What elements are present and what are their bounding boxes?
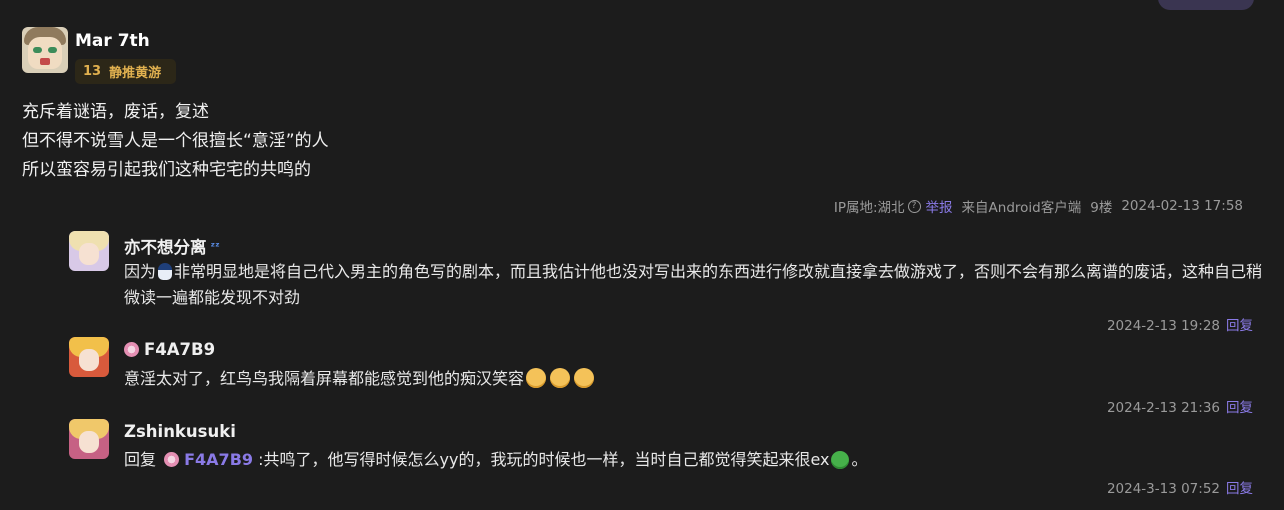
reply-text-part: 意淫太对了，红鸟鸟我隔着屏幕都能感觉到他的痴汉笑容 <box>124 369 525 388</box>
client-source: 来自Android客户端 <box>961 200 1082 216</box>
flower-icon <box>124 342 139 357</box>
main-username[interactable]: Mar 7th <box>75 31 150 51</box>
reply-username-text: 亦不想分离 <box>124 238 207 257</box>
top-action-pill[interactable] <box>1158 0 1254 10</box>
post-line: 但不得不说雪人是一个很擅长“意淫”的人 <box>22 131 329 151</box>
ip-location: IP属地:湖北 <box>833 200 905 216</box>
avatar[interactable] <box>69 231 109 271</box>
reply-username[interactable]: F4A7B9 <box>124 340 215 359</box>
reply-text-part: 非常明显地是将自己代入男主的角色写的剧本，而且我估计他也没对写出来的东西进行修改… <box>124 262 1263 307</box>
reply-text: 意淫太对了，红鸟鸟我隔着屏幕都能感觉到他的痴汉笑容 <box>124 366 1264 392</box>
badge-level: 13 <box>83 64 102 79</box>
reply-meta: 2024-2-13 19:28 回复 <box>1107 314 1253 334</box>
reply-prefix: 回复 <box>124 450 157 469</box>
reply-time: 2024-2-13 19:28 <box>1106 318 1220 334</box>
post-line: 所以蛮容易引起我们这种宅宅的共鸣的 <box>22 160 311 180</box>
avatar[interactable] <box>69 419 109 459</box>
avatar[interactable] <box>69 337 109 377</box>
reply-username-text: F4A7B9 <box>144 340 216 359</box>
reply-username-text: Zshinkusuki <box>124 422 236 441</box>
level-badge[interactable]: 13 静推黄游 <box>75 59 176 84</box>
smile-emoji-icon <box>574 368 595 388</box>
reply-username[interactable]: 亦不想分离 ᶻᶻ <box>124 234 220 258</box>
reply-time: 2024-3-13 07:52 <box>1106 481 1220 497</box>
reply-text-part: :共鸣了，他写得时候怎么yy的，我玩的时候也一样，当时自己都觉得笑起来很ex <box>258 450 830 469</box>
mention-link[interactable]: F4A7B9 <box>184 450 253 469</box>
post-meta: IP属地:湖北 ? 举报 来自Android客户端 9楼 2024-02-13 … <box>834 196 1243 216</box>
reply-time: 2024-2-13 21:36 <box>1106 400 1220 416</box>
reply-button[interactable]: 回复 <box>1226 318 1253 334</box>
reply-button[interactable]: 回复 <box>1226 481 1253 497</box>
reply-button[interactable]: 回复 <box>1226 400 1253 416</box>
reply-text: 因为 非常明显地是将自己代入男主的角色写的剧本，而且我估计他也没对写出来的东西进行… <box>124 259 1264 311</box>
penguin-icon <box>158 263 173 280</box>
smile-emoji-icon <box>526 368 547 388</box>
help-icon[interactable]: ? <box>907 199 921 213</box>
floor-number: 9楼 <box>1090 200 1113 216</box>
reply-username[interactable]: Zshinkusuki <box>124 422 236 441</box>
report-link[interactable]: 举报 <box>926 196 953 216</box>
reply-text-part: 因为 <box>124 262 157 281</box>
post-time: 2024-02-13 17:58 <box>1121 198 1243 214</box>
post-line: 充斥着谜语，废话，复述 <box>22 102 209 122</box>
post-content: 充斥着谜语，废话，复述 但不得不说雪人是一个很擅长“意淫”的人 所以蛮容易引起我… <box>22 98 329 185</box>
sleep-icon: ᶻᶻ <box>210 239 220 253</box>
reply-meta: 2024-2-13 21:36 回复 <box>1107 396 1253 416</box>
reply-meta: 2024-3-13 07:52 回复 <box>1107 477 1253 497</box>
sick-emoji-icon <box>831 451 850 469</box>
avatar[interactable] <box>22 27 68 73</box>
reply-text: 回复 F4A7B9 :共鸣了，他写得时候怎么yy的，我玩的时候也一样，当时自己都… <box>124 447 1264 473</box>
smile-emoji-icon <box>550 368 571 388</box>
reply-text-part: 。 <box>851 450 868 469</box>
badge-name: 静推黄游 <box>109 66 162 81</box>
flower-icon <box>164 452 180 467</box>
